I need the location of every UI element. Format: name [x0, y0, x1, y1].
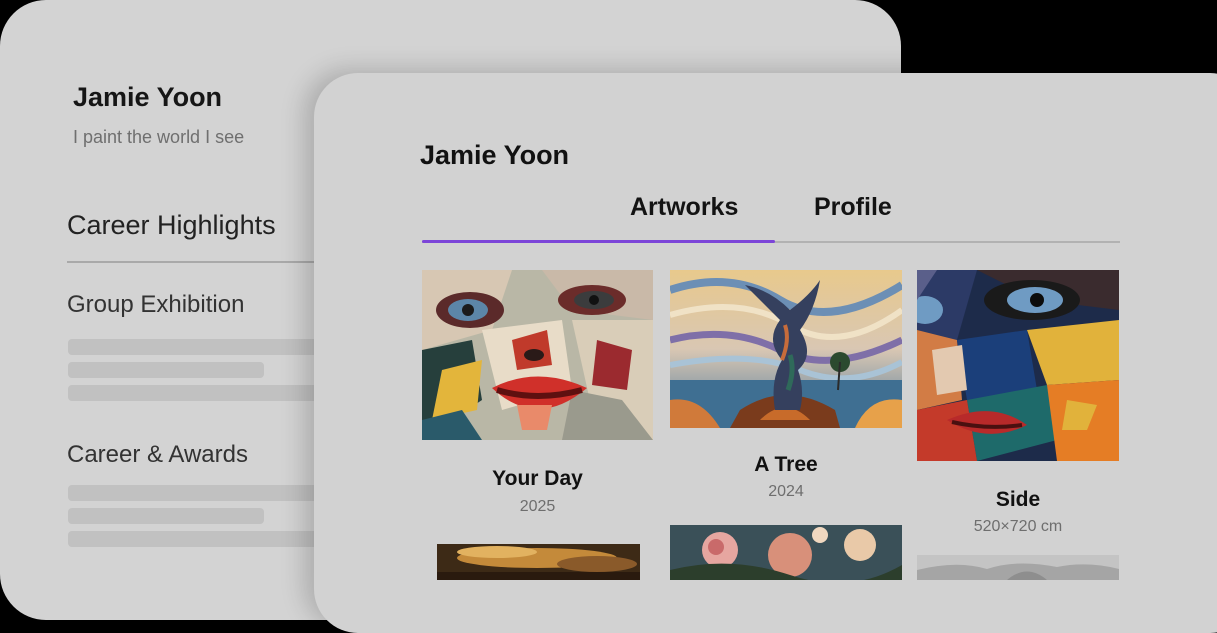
abstract-face-painting: [422, 270, 653, 440]
tab-bar: Artworks Profile: [422, 189, 1120, 243]
artist-portfolio-card: Jamie Yoon Artworks Profile Your Day 202…: [314, 73, 1217, 633]
tab-artworks[interactable]: Artworks: [630, 193, 738, 222]
artwork-card[interactable]: Side 520×720 cm: [917, 270, 1119, 545]
placeholder-line: [68, 339, 324, 355]
artwork-title: Your Day: [492, 467, 583, 490]
artwork-title: A Tree: [754, 453, 818, 476]
grey-landscape-painting[interactable]: [917, 555, 1119, 580]
artwork-dimensions: 520×720 cm: [973, 518, 1063, 535]
placeholder-line: [68, 508, 264, 524]
section-title: Career Highlights: [67, 210, 276, 240]
placeholder-line: [68, 531, 324, 547]
artwork-year: 2024: [768, 483, 804, 500]
sunset-sky-painting[interactable]: [437, 544, 640, 580]
divider: [67, 261, 327, 263]
artwork-card[interactable]: Your Day 2025: [422, 270, 653, 530]
subsection-title-group-exhibition: Group Exhibition: [67, 291, 245, 318]
subsection-title-career-awards: Career & Awards: [67, 441, 248, 468]
abstract-face-side-painting: [917, 270, 1119, 461]
artwork-card[interactable]: A Tree 2024: [670, 270, 902, 510]
artist-tagline: I paint the world I see: [73, 127, 245, 147]
artwork-title: Side: [995, 488, 1041, 511]
artwork-year: 2025: [519, 498, 556, 515]
active-tab-indicator: [422, 240, 775, 243]
tab-profile[interactable]: Profile: [814, 193, 892, 222]
placeholder-line: [68, 385, 324, 401]
placeholder-line: [68, 362, 264, 378]
surreal-tree-painting: [670, 270, 902, 428]
placeholder-line: [68, 485, 324, 501]
flower-painting[interactable]: [670, 525, 902, 580]
artist-name: Jamie Yoon: [73, 82, 223, 112]
artist-name: Jamie Yoon: [420, 140, 570, 170]
